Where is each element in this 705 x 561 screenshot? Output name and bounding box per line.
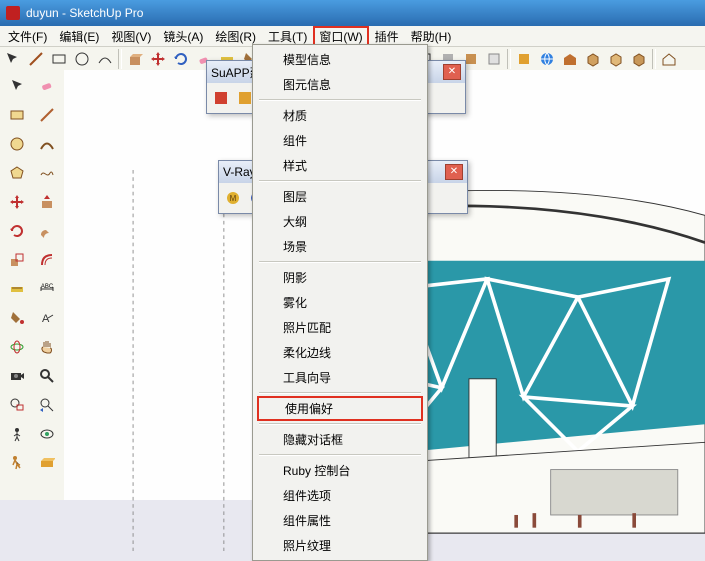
warehouse-icon[interactable] (559, 48, 581, 70)
menu-hide-dialogs[interactable]: 隐藏对话框 (255, 427, 425, 452)
orbit2-icon[interactable] (2, 333, 31, 361)
separator (507, 49, 511, 69)
move-icon[interactable] (147, 48, 169, 70)
polygon-icon[interactable] (2, 159, 31, 187)
circle-icon[interactable] (71, 48, 93, 70)
suapp-tool-icon[interactable] (210, 87, 232, 109)
menu-styles[interactable]: 样式 (255, 153, 425, 178)
prev-icon[interactable] (32, 391, 61, 419)
menu-soften[interactable]: 柔化边线 (255, 340, 425, 365)
separator (259, 180, 421, 182)
box2-icon[interactable] (605, 48, 627, 70)
separator (259, 261, 421, 263)
menu-components[interactable]: 组件 (255, 128, 425, 153)
cursor-icon[interactable] (2, 72, 31, 100)
box3-icon[interactable] (628, 48, 650, 70)
menu-preferences[interactable]: 使用偏好 (257, 396, 423, 421)
line-icon[interactable] (25, 48, 47, 70)
freehand-icon[interactable] (32, 159, 61, 187)
separator (259, 392, 421, 394)
globe-icon[interactable] (536, 48, 558, 70)
rotate-icon[interactable] (170, 48, 192, 70)
side-toolbar: ABC A (0, 70, 67, 500)
eye-icon[interactable] (32, 420, 61, 448)
menu-layers[interactable]: 图层 (255, 184, 425, 209)
zoom-win-icon[interactable] (2, 391, 31, 419)
camera-icon[interactable] (2, 362, 31, 390)
section-icon[interactable] (513, 48, 535, 70)
separator (259, 423, 421, 425)
rect2-icon[interactable] (2, 101, 31, 129)
svg-text:M: M (230, 194, 237, 203)
menu-materials[interactable]: 材质 (255, 103, 425, 128)
menu-fog[interactable]: 雾化 (255, 290, 425, 315)
menu-match-photo[interactable]: 照片匹配 (255, 315, 425, 340)
section2-icon[interactable] (32, 449, 61, 477)
pan2-icon[interactable] (32, 333, 61, 361)
person-icon[interactable] (2, 420, 31, 448)
menu-comp-opts[interactable]: 组件选项 (255, 483, 425, 508)
menu-model-info[interactable]: 模型信息 (255, 47, 425, 72)
offset-icon[interactable] (32, 246, 61, 274)
pushpull2-icon[interactable] (32, 188, 61, 216)
tape2-icon[interactable] (2, 275, 31, 303)
menu-file[interactable]: 文件(F) (2, 26, 53, 47)
eraser2-icon[interactable] (32, 72, 61, 100)
svg-text:A: A (42, 313, 50, 325)
menu-comp-attrs[interactable]: 组件属性 (255, 508, 425, 533)
move2-icon[interactable] (2, 188, 31, 216)
scale-icon[interactable] (2, 246, 31, 274)
separator (118, 49, 122, 69)
app-icon (6, 6, 20, 20)
window-title: duyun - SketchUp Pro (26, 6, 143, 20)
followme-icon[interactable] (32, 217, 61, 245)
box-icon[interactable] (582, 48, 604, 70)
line2-icon[interactable] (32, 101, 61, 129)
svg-text:ABC: ABC (40, 284, 53, 290)
menu-instructor[interactable]: 工具向导 (255, 365, 425, 390)
menu-entity-info[interactable]: 图元信息 (255, 72, 425, 97)
pushpull-icon[interactable] (124, 48, 146, 70)
text-icon[interactable]: A (32, 304, 61, 332)
walk-icon[interactable] (2, 449, 31, 477)
menu-scenes[interactable]: 场景 (255, 234, 425, 259)
arc-icon[interactable] (94, 48, 116, 70)
menu-view[interactable]: 视图(V) (105, 26, 157, 47)
paint2-icon[interactable] (2, 304, 31, 332)
vray-material-icon[interactable]: M (222, 187, 244, 209)
arc2-icon[interactable] (32, 130, 61, 158)
separator (259, 454, 421, 456)
close-icon[interactable]: ✕ (443, 64, 461, 80)
select-icon[interactable] (2, 48, 24, 70)
menu-camera[interactable]: 镜头(A) (157, 26, 209, 47)
window-menu-dropdown: 模型信息 图元信息 材质 组件 样式 图层 大纲 场景 阴影 雾化 照片匹配 柔… (252, 44, 428, 561)
title-bar: duyun - SketchUp Pro (0, 0, 705, 26)
zoom2-icon[interactable] (32, 362, 61, 390)
menu-shadows[interactable]: 阴影 (255, 265, 425, 290)
circle2-icon[interactable] (2, 130, 31, 158)
vray-title: V-Ray (223, 165, 256, 179)
close-icon[interactable]: ✕ (445, 164, 463, 180)
menu-photo-tex[interactable]: 照片纹理 (255, 533, 425, 558)
home-icon[interactable] (658, 48, 680, 70)
separator (652, 49, 656, 69)
menu-outliner[interactable]: 大纲 (255, 209, 425, 234)
rect-icon[interactable] (48, 48, 70, 70)
monochrome-icon[interactable] (483, 48, 505, 70)
dimension-icon[interactable]: ABC (32, 275, 61, 303)
menu-ruby[interactable]: Ruby 控制台 (255, 458, 425, 483)
rotate2-icon[interactable] (2, 217, 31, 245)
menu-edit[interactable]: 编辑(E) (53, 26, 105, 47)
separator (259, 99, 421, 101)
